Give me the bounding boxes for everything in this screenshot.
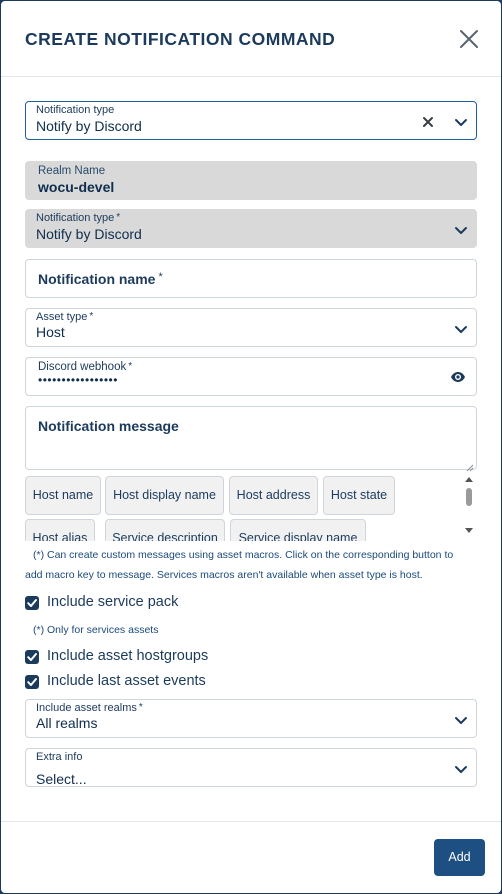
macro-help-text: (*) Can create custom messages using ass… xyxy=(25,549,454,581)
include-asset-hostgroups-label: Include asset hostgroups xyxy=(47,648,209,664)
eye-icon[interactable] xyxy=(450,369,466,385)
asset-type-value: Host xyxy=(36,324,65,340)
checkbox-checked-icon xyxy=(25,650,39,664)
discord-webhook-value: ••••••••••••••••• xyxy=(38,373,118,387)
chevron-down-icon[interactable] xyxy=(454,762,468,776)
extra-info-select[interactable]: Extra info Select... xyxy=(25,748,477,787)
realm-name-label: Realm Name xyxy=(38,165,106,177)
notification-type-value: Notify by Discord xyxy=(36,226,142,242)
include-service-pack-label: Include service pack xyxy=(47,594,179,610)
notification-type-filter-value: Notify by Discord xyxy=(36,118,142,134)
macro-buttons: Host name Host display name Host address… xyxy=(25,475,479,541)
notification-type-filter[interactable]: Notification type Notify by Discord xyxy=(25,101,477,140)
resize-handle-icon[interactable] xyxy=(466,459,474,472)
macro-host-name-button[interactable]: Host name xyxy=(25,476,101,515)
macro-host-state-button[interactable]: Host state xyxy=(323,476,395,515)
notification-name-input[interactable]: Notification name * xyxy=(25,259,477,298)
chevron-down-icon xyxy=(454,223,468,237)
include-last-asset-events-label: Include last asset events xyxy=(47,673,206,689)
include-asset-realms-label: Include asset realms * xyxy=(36,702,143,714)
notification-type-filter-label: Notification type xyxy=(36,104,115,116)
notification-command-modal: CREATE NOTIFICATION COMMAND Notification… xyxy=(1,1,501,893)
realm-name-value: wocu-devel xyxy=(38,179,115,195)
notification-message-textarea[interactable]: Notification message xyxy=(25,406,477,472)
include-asset-realms-value: All realms xyxy=(36,715,98,731)
macro-service-display-name-button[interactable]: Service display name xyxy=(230,519,366,541)
include-asset-realms-select[interactable]: Include asset realms * All realms xyxy=(25,699,477,738)
macro-host-alias-button[interactable]: Host alias xyxy=(25,519,95,541)
close-icon[interactable] xyxy=(459,29,479,49)
service-note: (*) Only for services assets xyxy=(33,624,159,636)
chevron-down-icon[interactable] xyxy=(454,322,468,336)
notification-name-placeholder: Notification name * xyxy=(38,271,163,287)
modal-title: CREATE NOTIFICATION COMMAND xyxy=(25,29,336,49)
discord-webhook-label: Discord webhook * xyxy=(38,361,133,373)
notification-type-select: Notification type * Notify by Discord xyxy=(25,209,477,248)
checkbox-checked-icon xyxy=(25,675,39,689)
realm-name-field: Realm Name wocu-devel xyxy=(25,161,477,200)
macro-host-display-name-button[interactable]: Host display name xyxy=(105,476,224,515)
add-button[interactable]: Add xyxy=(434,839,485,876)
modal-footer xyxy=(1,821,501,893)
extra-info-value: Select... xyxy=(36,771,87,787)
discord-webhook-input[interactable]: Discord webhook * ••••••••••••••••• xyxy=(25,357,477,396)
chevron-down-icon[interactable] xyxy=(454,115,468,129)
macro-service-description-button[interactable]: Service description xyxy=(105,519,225,541)
notification-message-placeholder: Notification message xyxy=(38,418,179,434)
notification-type-label: Notification type * xyxy=(36,212,121,224)
macro-host-address-button[interactable]: Host address xyxy=(229,476,318,515)
extra-info-label: Extra info xyxy=(36,751,83,763)
asset-type-select[interactable]: Asset type * Host xyxy=(25,308,477,347)
macros-scrollbar[interactable] xyxy=(462,474,476,540)
modal-header: CREATE NOTIFICATION COMMAND xyxy=(1,1,501,77)
clear-icon[interactable] xyxy=(422,115,434,127)
checkbox-checked-icon xyxy=(25,596,39,610)
chevron-down-icon[interactable] xyxy=(454,713,468,727)
asset-type-label: Asset type * xyxy=(36,311,94,323)
